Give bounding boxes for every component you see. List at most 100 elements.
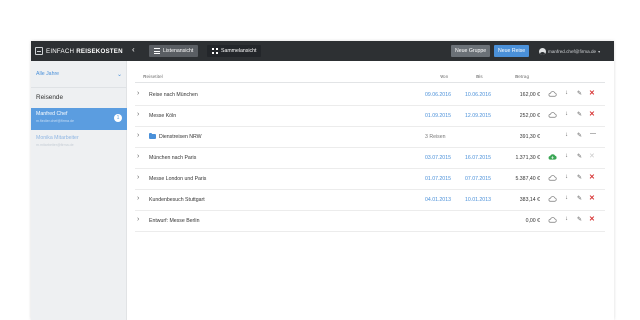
delete-icon[interactable]: ✕ <box>589 89 595 97</box>
table-row[interactable]: › München nach Paris 03.07.2015 16.07.2015 1… <box>135 148 605 169</box>
date-from: 03.07.2015 <box>425 155 451 161</box>
collapse-sidebar-icon[interactable]: ‹ <box>132 45 135 55</box>
date-from: 01.09.2015 <box>425 113 451 119</box>
trip-count: 3 Reisen <box>425 134 446 140</box>
edit-icon[interactable]: ✎ <box>577 216 582 223</box>
brand[interactable]: EINFACH REISEKOSTEN <box>35 41 123 61</box>
edit-icon[interactable]: ✎ <box>577 153 582 160</box>
folder-icon <box>149 133 156 139</box>
download-icon[interactable]: ↓ <box>565 195 568 201</box>
amount: 252,00 € <box>519 113 540 119</box>
date-from: 09.06.2016 <box>425 92 451 98</box>
trips-table: Reisetitel ▾ Von ▾ Bis ▾ Betrag ▾ › Reise nac… <box>127 61 614 320</box>
sort-icon: ▾ <box>516 75 519 80</box>
trip-title: Reise nach München <box>149 92 198 98</box>
download-icon[interactable]: ↓ <box>565 216 568 222</box>
year-filter-value: Alle Jahre <box>36 71 60 77</box>
trip-title: Messe Köln <box>149 113 177 119</box>
cloud-icon[interactable] <box>548 217 557 223</box>
edit-icon[interactable]: ✎ <box>577 195 582 202</box>
date-from: 04.01.2013 <box>425 197 451 203</box>
date-to: 07.07.2015 <box>465 176 491 182</box>
count-badge: 1 <box>114 114 122 122</box>
avatar-icon <box>539 47 546 55</box>
delete-icon[interactable]: ✕ <box>589 173 595 181</box>
edit-icon[interactable]: ✎ <box>577 174 582 181</box>
edit-icon[interactable]: ✎ <box>577 132 582 139</box>
expand-chevron-icon[interactable]: › <box>137 111 139 118</box>
table-row[interactable]: › Messe London und Paris 01.07.2015 07.07.2… <box>135 169 605 190</box>
cloud-icon[interactable] <box>548 112 557 118</box>
list-view-label: Listenansicht <box>163 48 194 54</box>
expand-chevron-icon[interactable]: › <box>137 153 139 160</box>
delete-icon[interactable]: ✕ <box>589 194 595 202</box>
app-window: EINFACH REISEKOSTEN ‹ Listenansicht Samm… <box>31 41 614 320</box>
caret-down-icon: ▾ <box>598 48 601 54</box>
sort-icon: ▾ <box>441 75 444 80</box>
sort-icon: ▾ <box>144 75 147 80</box>
download-icon[interactable]: ↓ <box>565 153 568 159</box>
travelers-heading: Reisende <box>36 94 64 101</box>
table-row[interactable]: › Entwurf: Messe Berlin 0,00 € ↓ ✎ ✕ <box>135 211 605 232</box>
trip-title: Messe London und Paris <box>149 176 207 182</box>
table-row[interactable]: › Messe Köln 01.09.2015 12.09.2015 252,00 € ↓… <box>135 106 605 127</box>
table-header: Reisetitel ▾ Von ▾ Bis ▾ Betrag ▾ <box>135 71 605 83</box>
brand-name: REISEKOSTEN <box>76 47 123 55</box>
cloud-icon[interactable] <box>548 91 557 97</box>
new-group-button[interactable]: Neue Gruppe <box>451 45 491 57</box>
trip-title: Kundenbesuch Stuttgart <box>149 197 205 203</box>
traveler-name: Manfred Chef <box>36 111 68 117</box>
table-row[interactable]: › Kundenbesuch Stuttgart 04.01.2013 10.01.2… <box>135 190 605 211</box>
amount: 383,14 € <box>519 197 540 203</box>
traveler-name: Monika Mitarbeiter <box>36 135 79 141</box>
download-icon[interactable]: ↓ <box>565 174 568 180</box>
traveler-email: m.fiedler.chef@firma.de <box>36 119 75 123</box>
download-icon[interactable]: ↓ <box>565 132 568 138</box>
amount: 1.371,30 € <box>515 155 540 161</box>
traveler-item-manfred[interactable]: Manfred Chef m.fiedler.chef@firma.de 1 <box>31 108 127 130</box>
download-icon[interactable]: ↓ <box>565 90 568 96</box>
trip-title: Entwurf: Messe Berlin <box>149 218 200 224</box>
list-icon <box>154 48 160 54</box>
amount: 5.387,40 € <box>515 176 540 182</box>
new-trip-button[interactable]: Neue Reise <box>494 45 530 57</box>
edit-icon[interactable]: ✎ <box>577 111 582 118</box>
user-menu[interactable]: manfred.chef@firma.de ▾ <box>539 45 600 57</box>
trip-title: München nach Paris <box>149 155 197 161</box>
date-to: 10.01.2013 <box>465 197 491 203</box>
amount: 162,00 € <box>519 92 540 98</box>
delete-icon[interactable]: ✕ <box>589 215 595 223</box>
delete-icon[interactable]: ✕ <box>589 110 595 118</box>
expand-chevron-icon[interactable]: › <box>137 216 139 223</box>
traveler-email: m.mitarbeiter@firma.de <box>36 143 74 147</box>
collective-view-button[interactable]: Sammelansicht <box>207 45 262 57</box>
expand-chevron-icon[interactable]: › <box>137 132 139 139</box>
collective-view-label: Sammelansicht <box>221 48 257 54</box>
download-icon[interactable]: ↓ <box>565 111 568 117</box>
date-to: 10.06.2016 <box>465 92 491 98</box>
amount: 391,30 € <box>519 134 540 140</box>
brand-prefix: EINFACH <box>46 47 75 55</box>
delete-icon[interactable]: ✕ <box>589 152 595 160</box>
date-to: 12.09.2015 <box>465 113 491 119</box>
expand-chevron-icon[interactable]: › <box>137 90 139 97</box>
list-view-button[interactable]: Listenansicht <box>149 45 199 57</box>
sidebar: Alle Jahre ⌄ Reisende Manfred Chef m.fie… <box>31 61 127 320</box>
cloud-icon[interactable] <box>548 175 557 181</box>
expand-chevron-icon[interactable]: › <box>137 174 139 181</box>
amount: 0,00 € <box>525 218 540 224</box>
sort-icon: ▾ <box>477 75 480 80</box>
date-to: 16.07.2015 <box>465 155 491 161</box>
cloud-upload-icon[interactable] <box>548 154 557 160</box>
cloud-icon[interactable] <box>548 196 557 202</box>
top-bar: EINFACH REISEKOSTEN ‹ Listenansicht Samm… <box>31 41 614 61</box>
user-email: manfred.chef@firma.de <box>548 48 597 54</box>
table-row[interactable]: › Dienstreisen NRW 3 Reisen 391,30 € ↓ ✎ — <box>135 127 605 148</box>
more-icon[interactable]: — <box>590 131 596 137</box>
year-filter-select[interactable]: Alle Jahre ⌄ <box>31 61 127 88</box>
chevron-down-icon: ⌄ <box>116 71 122 78</box>
edit-icon[interactable]: ✎ <box>577 90 582 97</box>
expand-chevron-icon[interactable]: › <box>137 195 139 202</box>
traveler-item-monika[interactable]: Monika Mitarbeiter m.mitarbeiter@firma.d… <box>31 132 127 154</box>
table-row[interactable]: › Reise nach München 09.06.2016 10.06.2016 1… <box>135 85 605 106</box>
